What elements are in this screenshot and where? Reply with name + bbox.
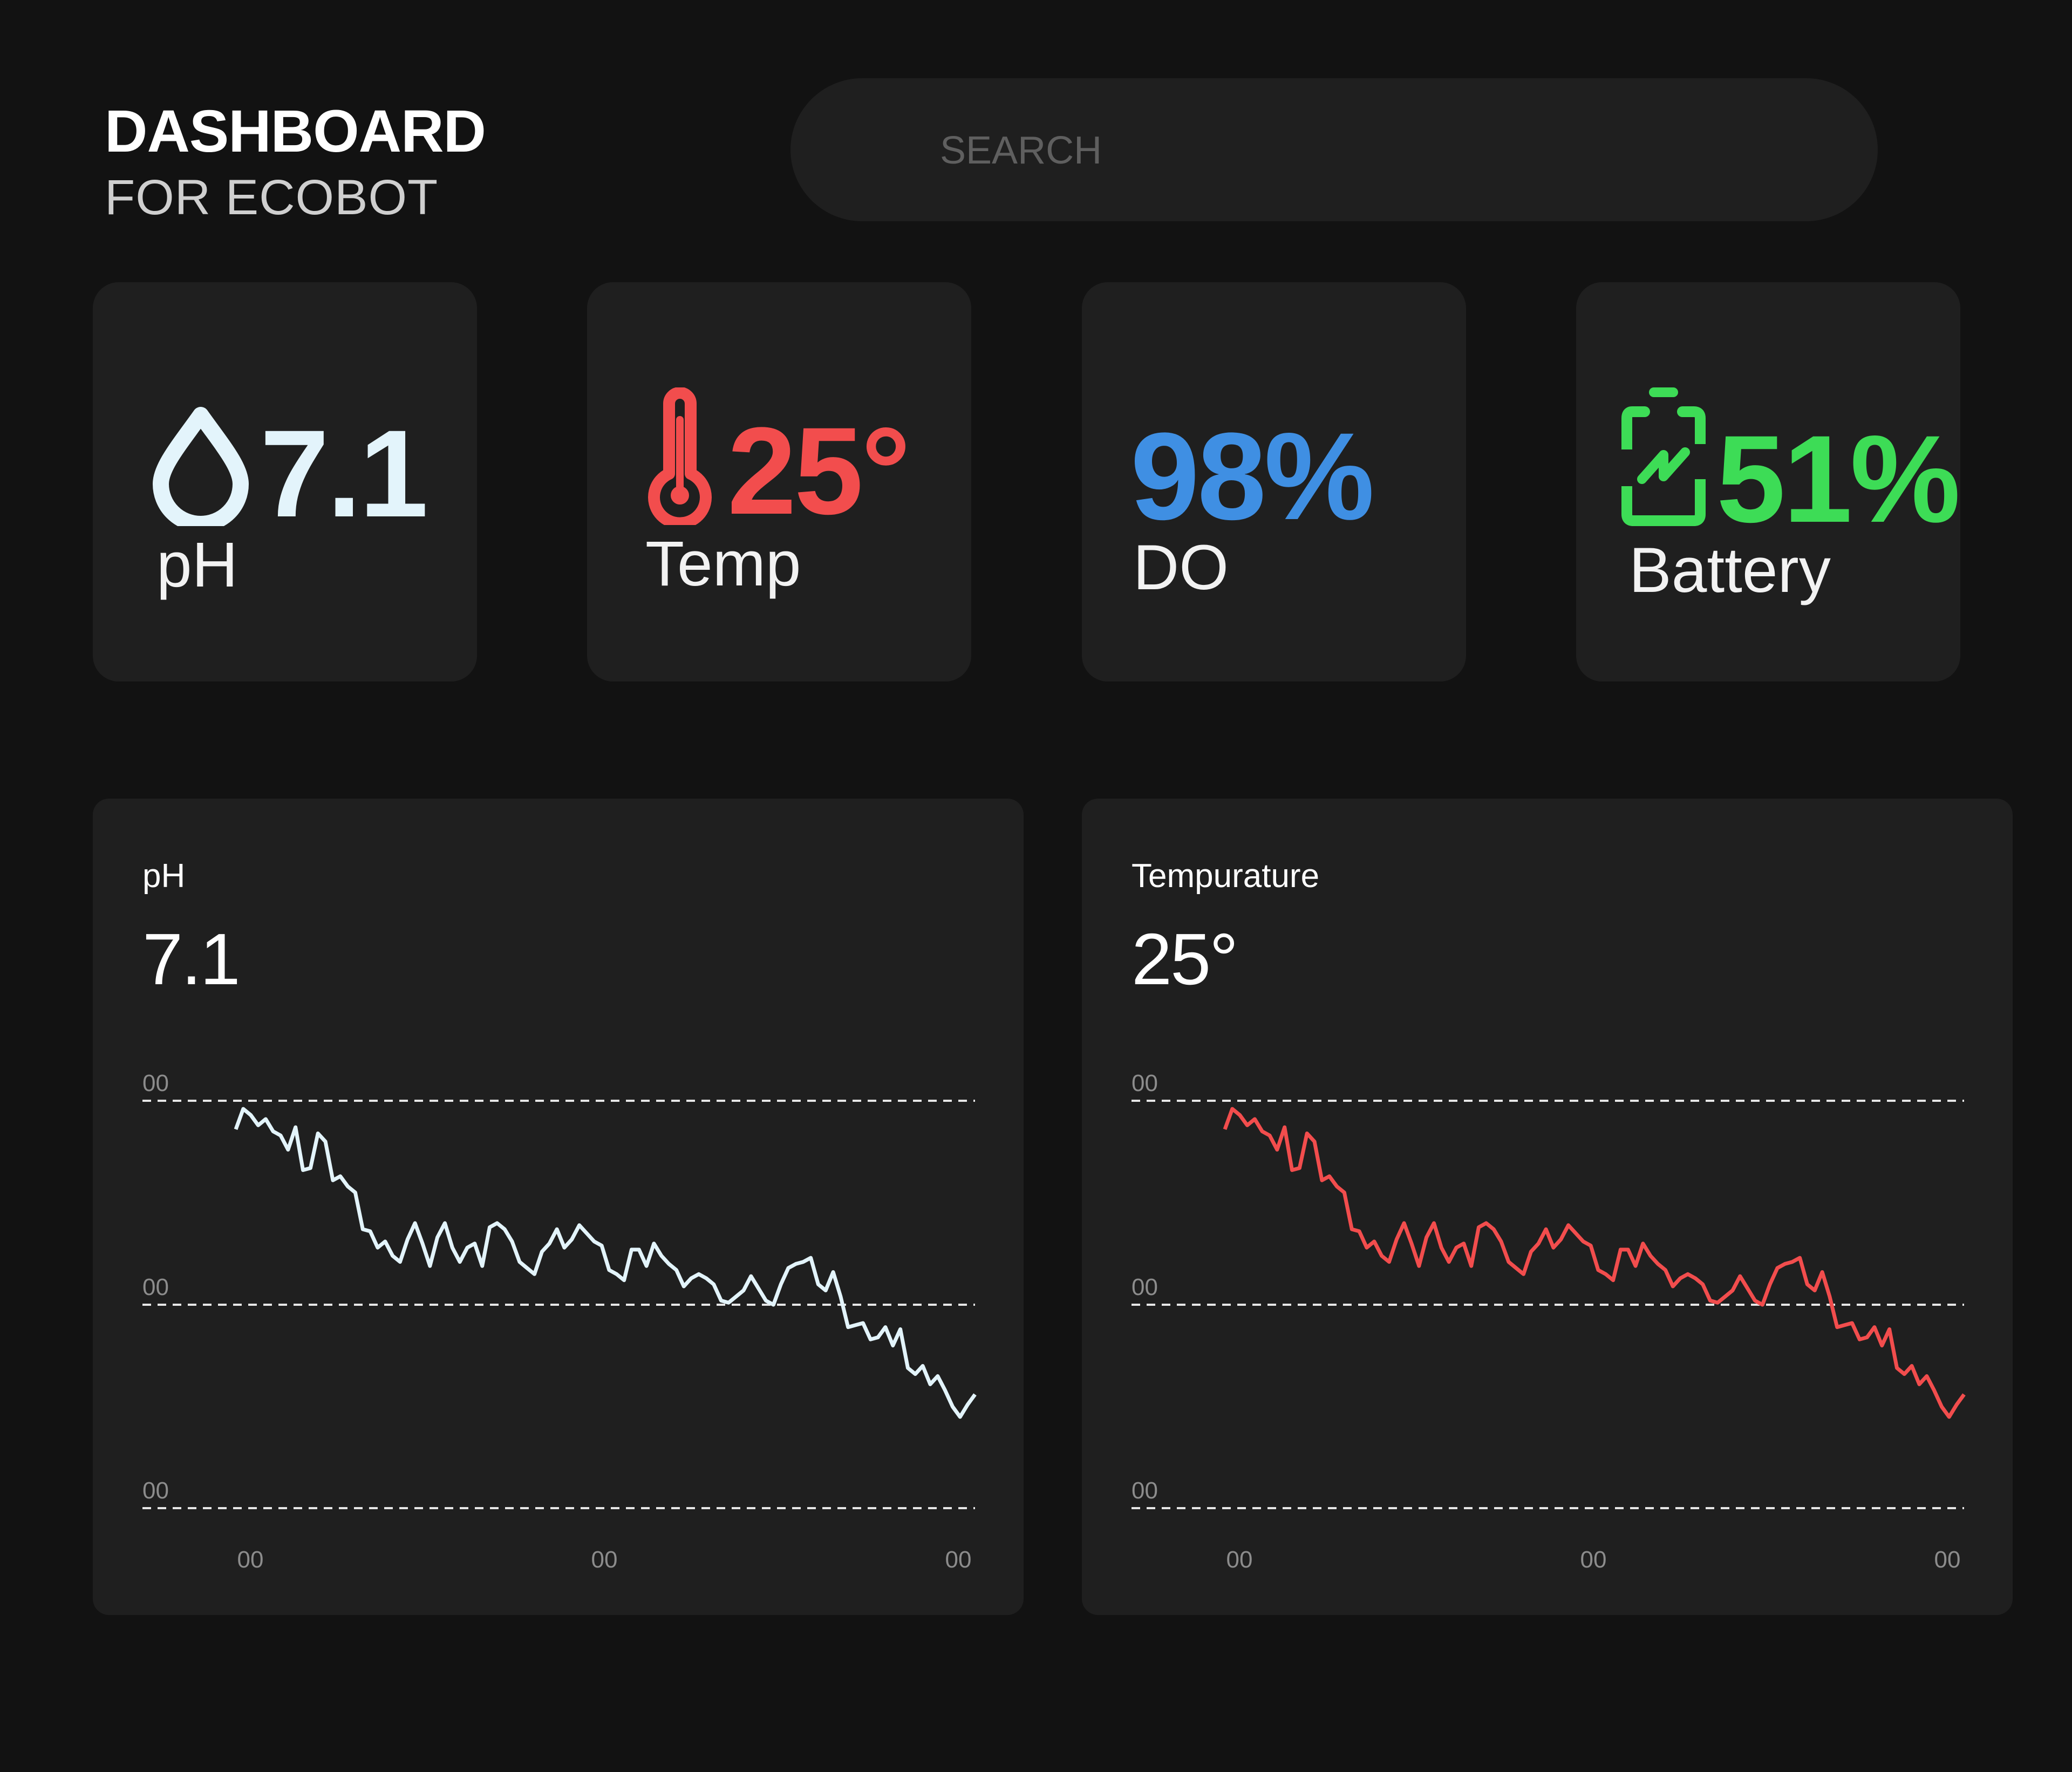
temperature-line-chart: 00 00 00 00 00 00: [1132, 1070, 1966, 1573]
y-tick-label: 00: [1132, 1070, 1158, 1096]
do-card[interactable]: 98% DO: [1082, 282, 1466, 681]
page-subtitle: FOR ECOBOT: [105, 170, 439, 225]
do-label: DO: [1133, 532, 1229, 603]
temperature-chart-panel: Tempurature 25° 00 00 00 00 00 00: [1082, 799, 2013, 1615]
battery-value: 51%: [1716, 410, 1960, 548]
ph-label: pH: [156, 529, 238, 601]
x-tick-label: 00: [1580, 1546, 1607, 1573]
search-bar[interactable]: [790, 78, 1878, 222]
y-tick-label: 00: [1132, 1477, 1158, 1504]
y-tick-label: 00: [142, 1274, 169, 1300]
battery-charging-icon: [1620, 387, 1707, 526]
page-title: DASHBOARD: [105, 98, 486, 165]
search-input[interactable]: [939, 78, 1831, 222]
thermometer-icon: [648, 387, 712, 525]
x-tick-label: 00: [1934, 1546, 1961, 1573]
ph-chart-panel: pH 7.1 00 00 00 00 00 00: [93, 799, 1024, 1615]
ph-value: 7.1: [260, 404, 428, 543]
battery-label: Battery: [1629, 535, 1831, 606]
ph-card[interactable]: 7.1 pH: [93, 282, 477, 681]
series-line: [1223, 1107, 1966, 1419]
dashboard-page: DASHBOARD FOR ECOBOT 7.1 pH 25° Temp 98%…: [0, 0, 2072, 1772]
battery-card[interactable]: 51% Battery: [1576, 282, 1960, 681]
temp-card[interactable]: 25° Temp: [587, 282, 971, 681]
y-tick-label: 00: [1132, 1274, 1158, 1300]
x-tick-label: 00: [1226, 1546, 1253, 1573]
x-tick-label: 00: [945, 1546, 972, 1573]
x-tick-label: 00: [237, 1546, 264, 1573]
series-line: [234, 1107, 977, 1419]
temp-value: 25°: [727, 401, 911, 540]
ph-line-chart: 00 00 00 00 00 00: [142, 1070, 977, 1573]
do-value: 98%: [1130, 407, 1374, 546]
x-tick-label: 00: [591, 1546, 618, 1573]
temp-label: Temp: [645, 528, 801, 599]
y-tick-label: 00: [142, 1477, 169, 1504]
y-tick-label: 00: [142, 1070, 169, 1096]
water-drop-icon: [153, 407, 249, 526]
